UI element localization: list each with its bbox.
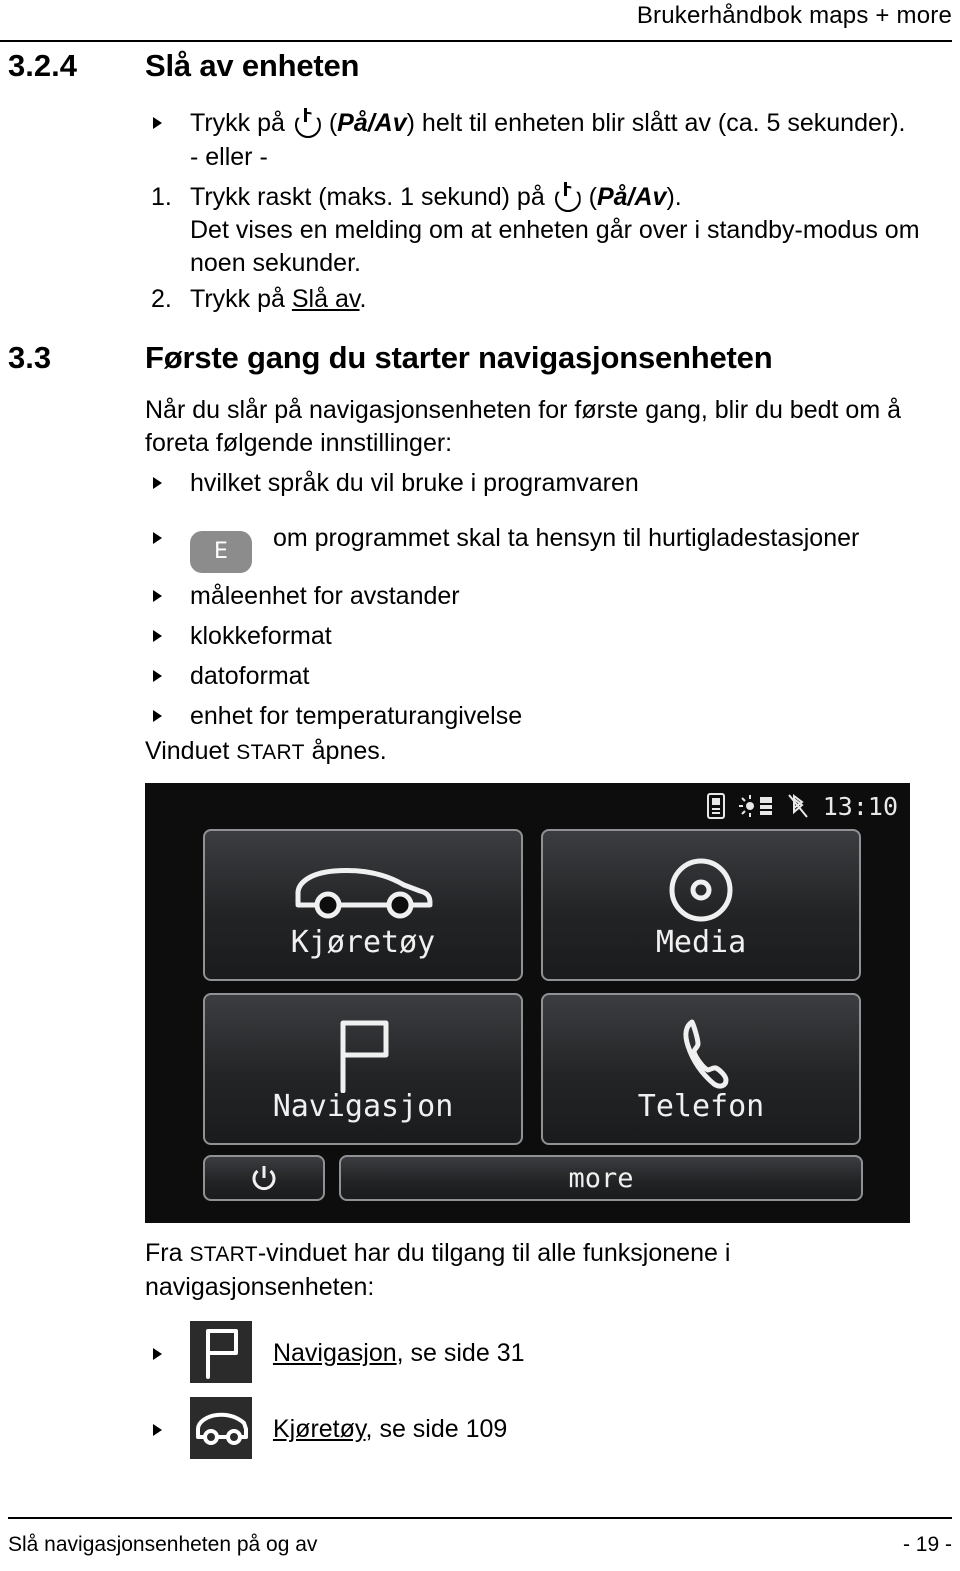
link-tail: , se side 31: [396, 1339, 525, 1367]
step-1-text: Trykk raskt (maks. 1 sekund) på: [190, 183, 545, 211]
bullet-arrow-icon: [153, 590, 162, 602]
tile-label: Telefon: [637, 1088, 765, 1124]
step-2-text: Trykk på: [190, 285, 292, 313]
bullet-arrow-icon: [153, 1348, 162, 1360]
footer-left-text: Slå navigasjonsenheten på og av: [8, 1533, 318, 1556]
section-33-intro: Når du slår på navigasjonsenheten for fø…: [145, 396, 901, 457]
step-2-number: 2.: [151, 285, 172, 313]
step-1-tail: ).: [666, 183, 682, 211]
link-tail: , se side 109: [365, 1415, 508, 1443]
device-clock: 13:10: [822, 791, 898, 821]
device-tile-grid: Kjøretøy Media Navigasjon Telefon: [203, 829, 863, 1145]
tile-label: Kjøretøy: [290, 924, 436, 960]
list-item-date-format: datoformat: [145, 659, 946, 693]
link-item-kjoretoy: Kjøretøy, se side 109: [145, 1396, 946, 1462]
start-window-note: Vinduet START åpnes.: [145, 735, 946, 769]
list-item-label: måleenhet for avstander: [190, 582, 460, 610]
step-1-paren-open: (: [588, 183, 597, 211]
step-1-number: 1.: [151, 183, 172, 211]
device-screenshot: 13:10 Kjøretøy Media Navigasjon Telefon …: [145, 783, 910, 1223]
step-1: 1. Trykk raskt (maks. 1 sekund) på (På/A…: [145, 180, 946, 214]
list-item-clock-format: klokkeformat: [145, 619, 946, 653]
bullet-arrow-icon: [153, 710, 162, 722]
power-icon: [552, 181, 582, 212]
tile-label: Navigasjon: [272, 1088, 454, 1124]
tile-media[interactable]: Media: [541, 829, 861, 981]
step-1-body: Det vises en melding om at enheten går o…: [190, 216, 920, 277]
bullet-paren-open: (: [328, 109, 338, 137]
bullet-arrow-icon: [153, 117, 162, 129]
page-content: 3.2.4 Slå av enheten Trykk på (På/Av) he…: [0, 48, 960, 1462]
electric-badge-icon: E: [190, 531, 252, 573]
header-divider: [0, 40, 952, 42]
list-item-temperature-unit: enhet for temperaturangivelse: [145, 699, 946, 733]
section-33-after: Fra START-vinduet har du tilgang til all…: [145, 1237, 946, 1462]
step-2-tail: .: [359, 285, 367, 313]
start-note-post: åpnes.: [304, 737, 387, 765]
device-more-button[interactable]: more: [339, 1155, 863, 1201]
bullet-arrow-icon: [153, 532, 162, 544]
footer-divider: [8, 1517, 952, 1519]
flag-icon: [190, 1321, 252, 1383]
access-note-smallcaps: START: [189, 1243, 258, 1266]
bullet-arrow-icon: [153, 630, 162, 642]
header-title: Brukerhåndbok maps + more: [636, 2, 952, 29]
footer-page-number: - 19 -: [902, 1533, 952, 1556]
list-item-language: hvilket språk du vil bruke i programvare…: [145, 466, 946, 500]
flag-icon: [328, 1015, 398, 1093]
power-icon: [292, 107, 322, 138]
list-item-distance-unit: måleenhet for avstander: [145, 579, 946, 613]
tile-telefon[interactable]: Telefon: [541, 993, 861, 1145]
step-2: 2. Trykk på Slå av.: [145, 282, 946, 316]
bullet-text-part1: Trykk på: [190, 109, 285, 137]
section-heading-33: 3.3 Første gang du starter navigasjonsen…: [0, 340, 960, 388]
sim-card-icon: [706, 793, 725, 819]
list-item-label: hvilket språk du vil bruke i programvare…: [190, 469, 639, 497]
tile-label: Media: [655, 924, 747, 960]
page-header: Brukerhåndbok maps + more: [0, 0, 960, 44]
list-item-label: om programmet skal ta hensyn til hurtigl…: [272, 524, 860, 552]
bullet-text-part2: ) helt til enheten blir slått av (ca. 5 …: [406, 109, 906, 137]
car-icon: [190, 1397, 252, 1459]
link-label[interactable]: Kjøretøy: [273, 1415, 366, 1443]
section-324-body: Trykk på (På/Av) helt til enheten blir s…: [145, 106, 946, 316]
phone-icon: [672, 1015, 730, 1093]
bullet-arrow-icon: [153, 1424, 162, 1436]
start-note-smallcaps: START: [236, 741, 305, 764]
power-icon: [252, 1166, 276, 1191]
document-page: Brukerhåndbok maps + more 3.2.4 Slå av e…: [0, 0, 960, 1571]
bullet-italic-paav: På/Av: [337, 109, 407, 137]
step-1-italic-paav: På/Av: [596, 183, 667, 211]
list-item-charging: E om programmet skal ta hensyn til hurti…: [145, 514, 946, 573]
link-item-navigasjon: Navigasjon, se side 31: [145, 1320, 946, 1386]
list-item-label: klokkeformat: [190, 622, 332, 650]
car-icon: [288, 851, 438, 929]
device-status-bar: 13:10: [706, 789, 898, 823]
or-separator: - eller -: [190, 143, 268, 171]
section-number-33: 3.3: [8, 340, 52, 375]
bullet-power-off: Trykk på (På/Av) helt til enheten blir s…: [145, 106, 946, 140]
section-title-324: Slå av enheten: [145, 48, 360, 83]
link-label[interactable]: Navigasjon: [273, 1339, 397, 1367]
section-33-body: Når du slår på navigasjonsenheten for fø…: [145, 394, 946, 769]
list-item-label: datoformat: [190, 662, 310, 690]
start-note-pre: Vinduet: [145, 737, 237, 765]
device-bottom-bar: more: [203, 1155, 863, 1201]
brightness-icon: [738, 795, 772, 817]
device-power-button[interactable]: [203, 1155, 325, 1201]
section-title-33: Første gang du starter navigasjonsenhete…: [145, 340, 773, 375]
access-note-pre: Fra: [145, 1239, 190, 1267]
list-item-label: enhet for temperaturangivelse: [190, 702, 523, 730]
bullet-arrow-icon: [153, 477, 162, 489]
tile-kjoretoy[interactable]: Kjøretøy: [203, 829, 523, 981]
tile-navigasjon[interactable]: Navigasjon: [203, 993, 523, 1145]
start-window-access-note: Fra START-vinduet har du tilgang til all…: [145, 1237, 946, 1304]
section-number-324: 3.2.4: [8, 48, 77, 83]
bullet-arrow-icon: [153, 670, 162, 682]
section-heading-324: 3.2.4 Slå av enheten: [0, 48, 960, 92]
bluetooth-off-icon: [787, 794, 808, 818]
disc-icon: [666, 851, 736, 929]
step-2-link-slaav: Slå av: [291, 285, 360, 313]
